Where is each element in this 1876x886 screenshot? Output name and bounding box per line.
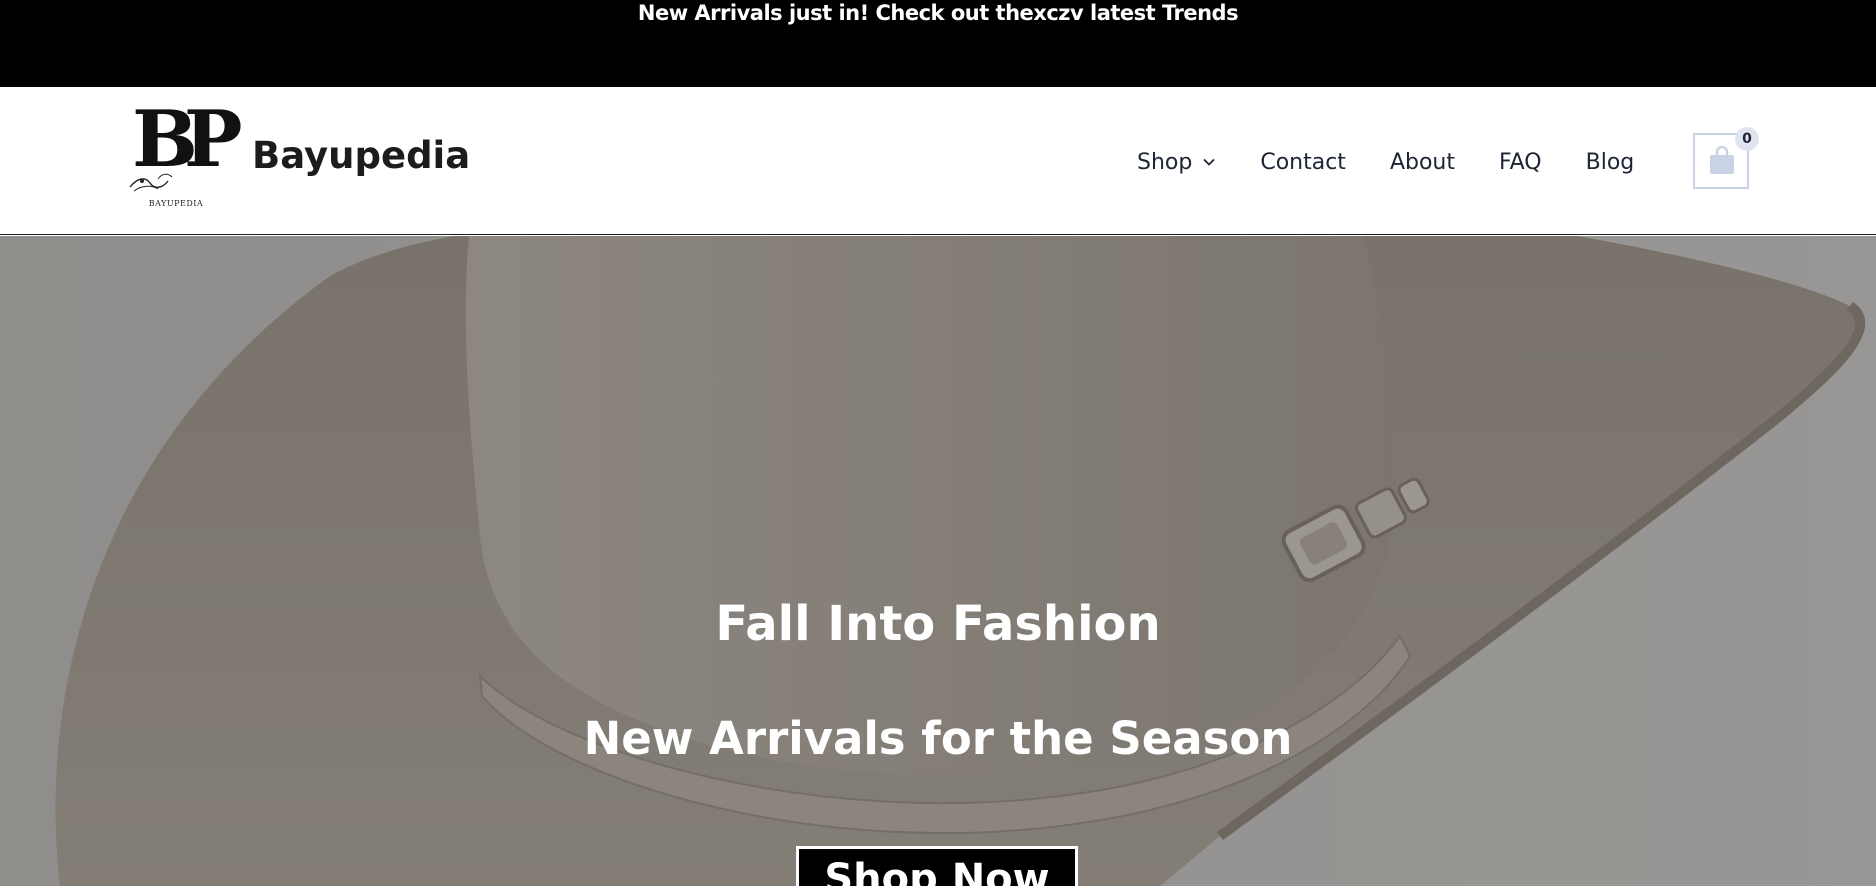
logo-flourish-icon [129,173,173,192]
cart-button[interactable]: 0 [1693,127,1759,189]
nav-item-contact[interactable]: Contact [1260,150,1346,175]
hero-title: Fall Into Fashion [715,596,1161,652]
site-logo[interactable]: BP BAYUPEDIA [124,101,243,211]
logo-monogram: BP [132,94,243,185]
site-header: BP BAYUPEDIA Bayupedia Shop Contact Abou… [0,87,1876,235]
hero-banner: Fall Into Fashion New Arrivals for the S… [0,236,1876,886]
hero-overlay [0,236,1876,886]
hero-subtitle: New Arrivals for the Season [583,712,1293,765]
nav-item-label: Blog [1585,149,1635,175]
cart-count-badge: 0 [1735,127,1759,151]
logo-caption: BAYUPEDIA [148,199,204,208]
shopping-bag-icon [1710,146,1734,174]
nav-item-faq[interactable]: FAQ [1499,150,1542,175]
main-nav: Shop Contact About FAQ Blog [1137,147,1634,177]
chevron-down-icon [1203,158,1215,166]
nav-item-blog[interactable]: Blog [1586,150,1635,175]
shop-now-button[interactable]: Shop Now [796,846,1078,886]
nav-item-label: Contact [1260,149,1346,175]
site-title[interactable]: Bayupedia [252,137,470,174]
nav-item-label: FAQ [1498,149,1542,175]
announcement-text: New Arrivals just in! Check out thexczv … [637,1,1239,25]
nav-item-shop[interactable]: Shop [1137,150,1216,175]
nav-item-about[interactable]: About [1390,150,1455,175]
announcement-bar: New Arrivals just in! Check out thexczv … [0,0,1876,87]
nav-item-label: About [1389,149,1455,175]
nav-item-label: Shop [1137,149,1193,175]
